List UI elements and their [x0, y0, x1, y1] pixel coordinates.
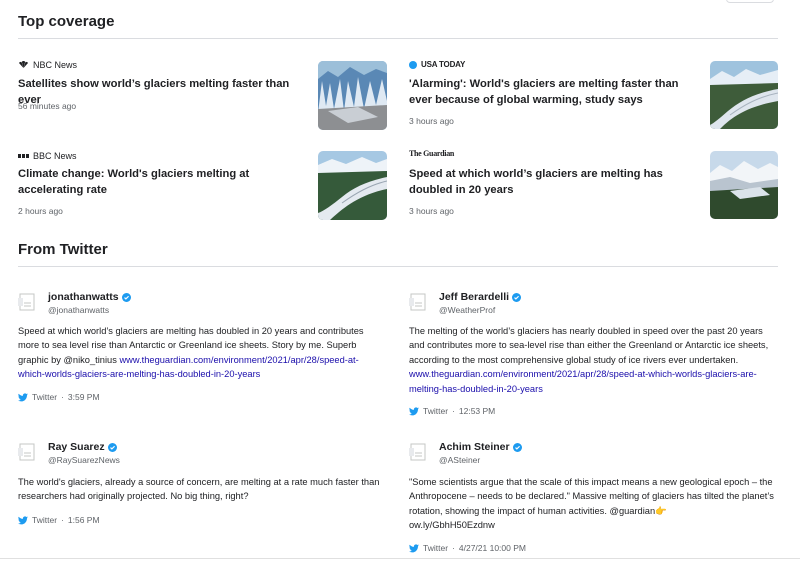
- twitter-bird-icon: [409, 543, 419, 552]
- article-card-bbc[interactable]: BBC News Climate change: World's glacier…: [18, 149, 398, 221]
- twitter-bird-icon: [409, 406, 419, 415]
- avatar-placeholder-icon: [409, 443, 426, 461]
- article-source: USA TODAY: [409, 60, 465, 69]
- tweet-handle: @jonathanwatts: [48, 305, 110, 315]
- tweet-time[interactable]: 12:53 PM: [459, 406, 495, 416]
- avatar-placeholder-icon: [409, 293, 426, 311]
- tweet-text: The world's glaciers, already a source o…: [18, 477, 380, 502]
- tweet-link[interactable]: www.theguardian.com/environment/2021/apr…: [409, 369, 757, 393]
- tweet-card-weatherprof[interactable]: Jeff Berardelli @WeatherProf The melting…: [409, 288, 779, 422]
- tweet-author-name: Jeff Berardelli: [439, 291, 510, 303]
- tweet-platform: Twitter: [32, 515, 58, 525]
- article-card-usatoday[interactable]: USA TODAY 'Alarming': World's glaciers a…: [409, 58, 779, 130]
- verified-badge-icon: [512, 292, 522, 302]
- article-source-name: USA TODAY: [421, 60, 466, 69]
- article-source-name: NBC News: [33, 60, 78, 70]
- article-thumbnail[interactable]: [318, 151, 387, 220]
- tweet-handle: @WeatherProf: [439, 305, 496, 315]
- article-source-name: The Guardian: [409, 149, 455, 158]
- usa-today-logo: [409, 60, 417, 69]
- article-source-name: BBC News: [33, 151, 77, 161]
- verified-badge-icon: [121, 292, 131, 302]
- tweet-time[interactable]: 1:56 PM: [68, 515, 100, 525]
- article-thumbnail[interactable]: [710, 61, 778, 129]
- tweet-author[interactable]: Ray Suarez: [48, 441, 117, 453]
- twitter-divider: [18, 266, 778, 267]
- guardian-logo: The Guardian: [409, 149, 455, 158]
- tweet-text: Speed at which world’s glaciers are melt…: [18, 326, 364, 380]
- twitter-bird-icon: [18, 515, 28, 524]
- tweet-handle: @RaySuarezNews: [48, 455, 120, 465]
- tweet-author-name: Ray Suarez: [48, 441, 105, 453]
- from-twitter-heading: From Twitter: [18, 241, 108, 258]
- tweet-card-jonathanwatts[interactable]: jonathanwatts @jonathanwatts Speed at wh…: [18, 288, 388, 408]
- article-card-guardian[interactable]: The Guardian Speed at which world’s glac…: [409, 149, 779, 221]
- article-time: 3 hours ago: [409, 116, 454, 126]
- avatar-placeholder-icon: [18, 293, 35, 311]
- tweet-author-name: Achim Steiner: [439, 441, 510, 453]
- tweet-platform: Twitter: [423, 406, 449, 416]
- tweet-card-raysuarez[interactable]: Ray Suarez @RaySuarezNews The world's gl…: [18, 438, 388, 530]
- article-source: The Guardian: [409, 149, 455, 158]
- article-source: NBC News: [18, 60, 77, 70]
- tweet-text: The melting of the world’s glaciers has …: [409, 326, 769, 394]
- tweet-author-name: jonathanwatts: [48, 291, 119, 303]
- article-thumbnail[interactable]: [710, 151, 778, 219]
- article-card-nbc[interactable]: NBC News Satellites show world’s glacier…: [18, 58, 398, 130]
- article-headline[interactable]: Speed at which world’s glaciers are melt…: [409, 167, 699, 198]
- tweet-meta: Twitter · 3:59 PM: [18, 392, 100, 402]
- tweet-time[interactable]: 4/27/21 10:00 PM: [459, 543, 526, 553]
- top-coverage-divider: [18, 38, 778, 39]
- tweet-time[interactable]: 3:59 PM: [68, 392, 100, 402]
- tweet-author[interactable]: Jeff Berardelli: [439, 291, 522, 303]
- top-coverage-heading: Top coverage: [18, 13, 115, 30]
- nbc-peacock-icon: [19, 61, 28, 68]
- tweet-platform: Twitter: [32, 392, 58, 402]
- tweet-meta: Twitter · 12:53 PM: [409, 406, 495, 416]
- twitter-bird-icon: [18, 392, 28, 401]
- tweet-link[interactable]: ow.ly/GbhH50Ezdnw: [409, 520, 495, 530]
- tweet-meta: Twitter · 4/27/21 10:00 PM: [409, 543, 526, 553]
- article-thumbnail[interactable]: [318, 61, 387, 130]
- article-headline[interactable]: Climate change: World's glaciers melting…: [18, 167, 308, 198]
- tweet-author[interactable]: jonathanwatts: [48, 291, 131, 303]
- article-time: 3 hours ago: [409, 206, 454, 216]
- avatar-placeholder-icon: [18, 443, 35, 461]
- tweet-meta: Twitter · 1:56 PM: [18, 515, 100, 525]
- bbc-logo: [18, 154, 29, 158]
- tweet-handle: @ASteiner: [439, 455, 481, 465]
- verified-badge-icon: [512, 442, 522, 452]
- top-right-button-edge[interactable]: [726, 0, 774, 3]
- article-time: 2 hours ago: [18, 206, 63, 216]
- article-time: 56 minutes ago: [18, 101, 77, 111]
- tweet-text: "Some scientists argue that the scale of…: [409, 477, 774, 531]
- tweet-platform: Twitter: [423, 543, 449, 553]
- bottom-edge-divider: [0, 558, 800, 559]
- article-headline[interactable]: 'Alarming': World's glaciers are melting…: [409, 77, 699, 108]
- article-source: BBC News: [18, 151, 77, 161]
- tweet-author[interactable]: Achim Steiner: [439, 441, 522, 453]
- tweet-card-asteiner[interactable]: Achim Steiner @ASteiner "Some scientists…: [409, 438, 779, 556]
- verified-badge-icon: [107, 442, 117, 452]
